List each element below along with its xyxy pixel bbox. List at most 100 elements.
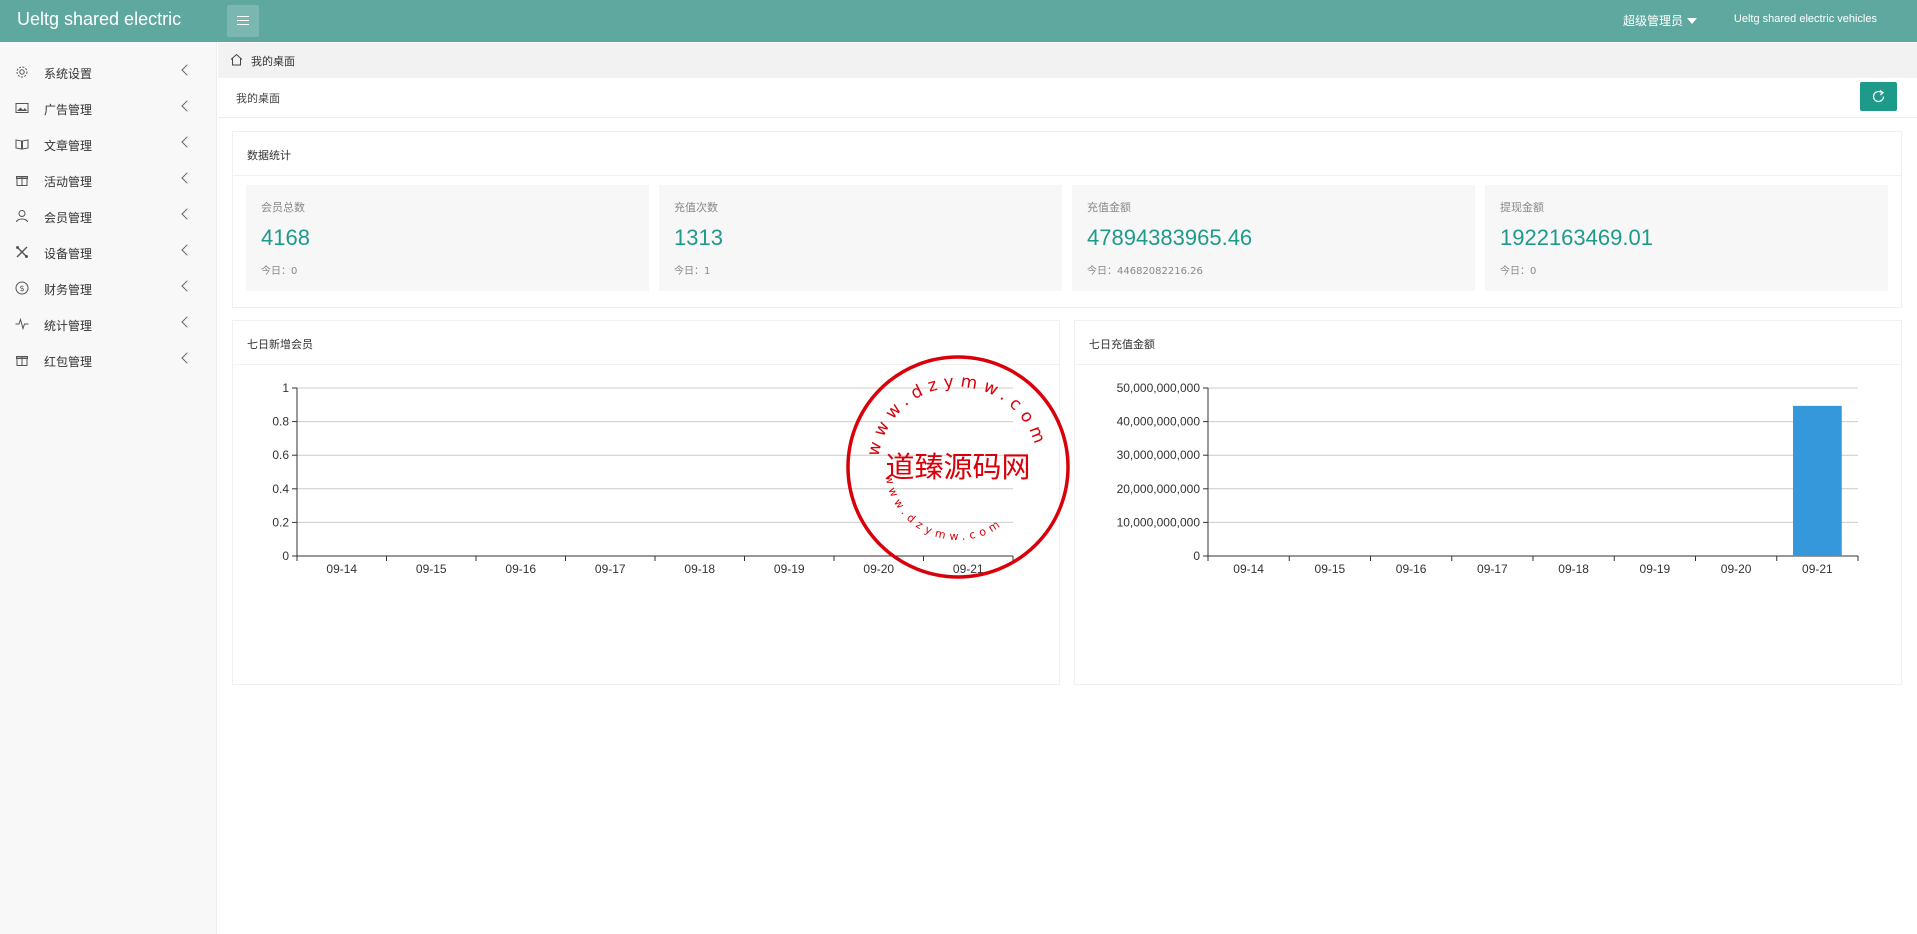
stats-card-header: 数据统计 — [233, 132, 1901, 176]
chevron-left-icon — [181, 100, 193, 112]
x-tick-label: 09-20 — [1721, 562, 1752, 576]
sidebar-item-label: 财务管理 — [44, 283, 93, 297]
sidebar-item-label: 系统设置 — [44, 67, 93, 81]
x-tick-label: 09-15 — [1315, 562, 1346, 576]
sidebar-item-activities[interactable]: 活动管理 — [0, 162, 217, 198]
sidebar: 系统设置 广告管理 文章管理 活动管理 会员管理 设备管理 $ 财务管理 统计管… — [0, 42, 217, 934]
sidebar-item-devices[interactable]: 设备管理 — [0, 234, 217, 270]
sidebar-item-articles[interactable]: 文章管理 — [0, 126, 217, 162]
y-tick-label: 0.2 — [272, 515, 289, 529]
sidebar-item-label: 广告管理 — [44, 103, 93, 117]
stat-value: 1313 — [674, 225, 723, 250]
y-tick-label: 10,000,000,000 — [1117, 515, 1201, 529]
stat-member-total: 会员总数 4168 今日：0 — [246, 185, 649, 291]
chevron-left-icon — [181, 316, 193, 328]
sidebar-item-ads[interactable]: 广告管理 — [0, 90, 217, 126]
sidebar-item-label: 会员管理 — [44, 211, 93, 225]
x-tick-label: 09-19 — [774, 562, 805, 576]
x-tick-label: 09-15 — [416, 562, 447, 576]
refresh-icon — [1872, 89, 1885, 103]
stat-value: 4168 — [261, 225, 310, 250]
chart-title: 七日充值金额 — [1089, 338, 1155, 351]
x-tick-label: 09-21 — [1802, 562, 1833, 576]
chevron-left-icon — [181, 280, 193, 292]
svg-text:$: $ — [19, 284, 24, 293]
stat-label: 提现金额 — [1500, 201, 1544, 214]
sidebar-item-label: 文章管理 — [44, 139, 93, 153]
stat-today: 今日：1 — [674, 266, 711, 277]
caret-down-icon — [1687, 18, 1697, 24]
user-icon — [16, 210, 28, 223]
stat-today: 今日：0 — [1500, 266, 1537, 277]
chevron-left-icon — [181, 244, 193, 256]
y-tick-label: 50,000,000,000 — [1117, 381, 1201, 395]
image-icon — [15, 103, 29, 113]
y-tick-label: 0 — [282, 549, 289, 563]
dollar-icon: $ — [15, 281, 29, 295]
chevron-left-icon — [181, 352, 193, 364]
chart-title: 七日新增会员 — [247, 338, 313, 351]
stat-today: 今日：44682082216.26 — [1087, 266, 1203, 277]
stat-label: 充值次数 — [674, 201, 718, 214]
recharge-amount-chart-card: 七日充值金额 0 10,000,000,000 20,000,000,000 30,0… — [1074, 320, 1902, 685]
stamp-text: 道臻源码网 — [885, 450, 1030, 484]
top-header: Ueltg shared electric 超级管理员 Ueltg shared… — [0, 0, 1917, 42]
page-title: 我的桌面 — [236, 92, 280, 105]
bar — [1793, 405, 1842, 556]
user-menu[interactable]: 超级管理员 — [1623, 12, 1697, 29]
y-tick-label: 30,000,000,000 — [1117, 448, 1201, 462]
refresh-button[interactable] — [1860, 82, 1897, 111]
stat-label: 充值金额 — [1087, 201, 1131, 214]
sidebar-item-label: 红包管理 — [44, 355, 93, 369]
gear-icon — [16, 66, 28, 78]
sidebar-item-system-settings[interactable]: 系统设置 — [0, 54, 217, 90]
brand-title: Ueltg shared electric — [17, 9, 182, 29]
tools-icon — [16, 246, 28, 258]
sidebar-item-label: 统计管理 — [44, 319, 93, 333]
stamp-url-top: www.dzymw.com — [863, 371, 1051, 458]
user-name: 超级管理员 — [1622, 14, 1683, 28]
y-tick-label: 0.8 — [272, 415, 289, 429]
sidebar-item-statistics[interactable]: 统计管理 — [0, 306, 217, 342]
x-tick-label: 09-17 — [595, 562, 626, 576]
home-icon — [230, 53, 243, 66]
x-tick-label: 09-16 — [1396, 562, 1427, 576]
sidebar-item-label: 活动管理 — [44, 175, 93, 189]
menu-toggle-button[interactable] — [227, 5, 259, 37]
stat-value: 1922163469.01 — [1500, 225, 1653, 250]
x-tick-label: 09-14 — [1233, 562, 1264, 576]
sidebar-item-label: 设备管理 — [44, 247, 93, 261]
x-tick-label: 09-16 — [505, 562, 536, 576]
stat-recharge-count: 充值次数 1313 今日：1 — [659, 185, 1062, 291]
y-tick-label: 0.6 — [272, 448, 289, 462]
stats-card-title: 数据统计 — [247, 149, 291, 162]
stat-value: 47894383965.46 — [1087, 225, 1253, 250]
page-title-bar: 我的桌面 — [218, 79, 1917, 118]
sidebar-item-red-packets[interactable]: 红包管理 — [0, 342, 217, 378]
stat-today: 今日：0 — [261, 266, 298, 277]
y-tick-label: 0 — [1193, 549, 1200, 563]
app-name-link[interactable]: Ueltg shared electric vehicles — [1734, 13, 1877, 25]
watermark-stamp: www.dzymw.com 道臻源码网 www.dzymw.com — [846, 355, 1070, 579]
y-tick-label: 1 — [282, 381, 289, 395]
recharge-amount-chart: 0 10,000,000,000 20,000,000,000 30,000,000,… — [1117, 381, 1859, 576]
stamp-url-bottom: www.dzymw.com — [882, 474, 1006, 543]
chart-card-header: 七日充值金额 — [1075, 321, 1901, 365]
chevron-left-icon — [181, 208, 193, 220]
x-tick-label: 09-19 — [1640, 562, 1671, 576]
chevron-left-icon — [181, 172, 193, 184]
breadcrumb: 我的桌面 — [218, 43, 1917, 78]
x-tick-label: 09-18 — [684, 562, 715, 576]
redpacket-icon — [16, 356, 28, 366]
sidebar-item-members[interactable]: 会员管理 — [0, 198, 217, 234]
gift-icon — [16, 176, 28, 186]
stat-label: 会员总数 — [261, 201, 305, 214]
stat-withdraw-amount: 提现金额 1922163469.01 今日：0 — [1485, 185, 1888, 291]
x-tick-label: 09-14 — [326, 562, 357, 576]
x-tick-label: 09-18 — [1558, 562, 1589, 576]
breadcrumb-item-desktop[interactable]: 我的桌面 — [251, 53, 295, 69]
y-tick-label: 20,000,000,000 — [1117, 482, 1201, 496]
stat-recharge-amount: 充值金额 47894383965.46 今日：44682082216.26 — [1072, 185, 1475, 291]
sidebar-item-finance[interactable]: $ 财务管理 — [0, 270, 217, 306]
chevron-left-icon — [181, 136, 193, 148]
